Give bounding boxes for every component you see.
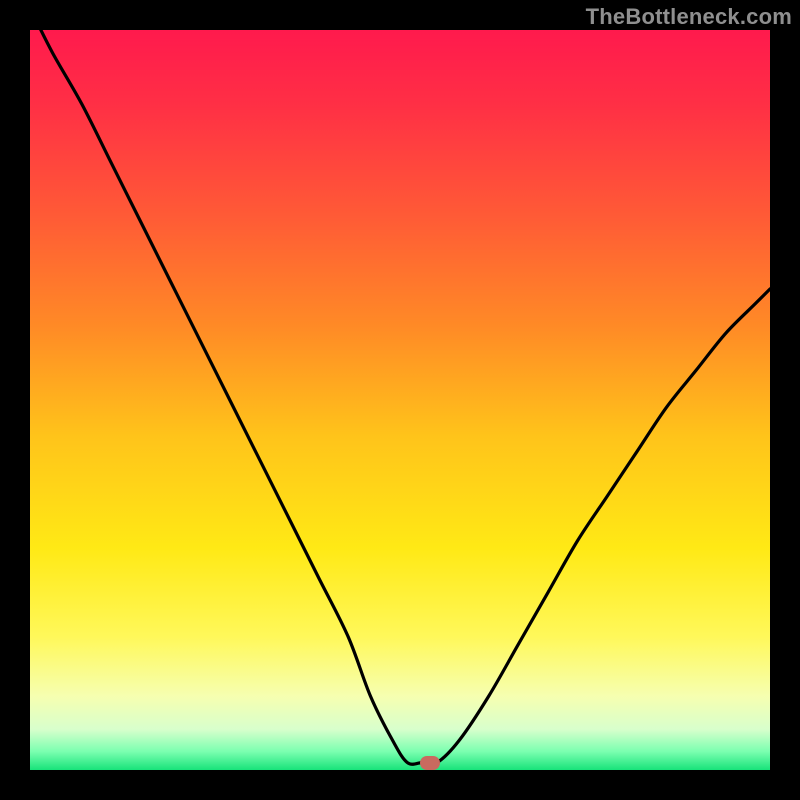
optimal-point-marker bbox=[420, 756, 440, 770]
bottleneck-curve bbox=[30, 30, 770, 770]
chart-frame: TheBottleneck.com bbox=[0, 0, 800, 800]
plot-area bbox=[30, 30, 770, 770]
watermark-text: TheBottleneck.com bbox=[586, 4, 792, 30]
